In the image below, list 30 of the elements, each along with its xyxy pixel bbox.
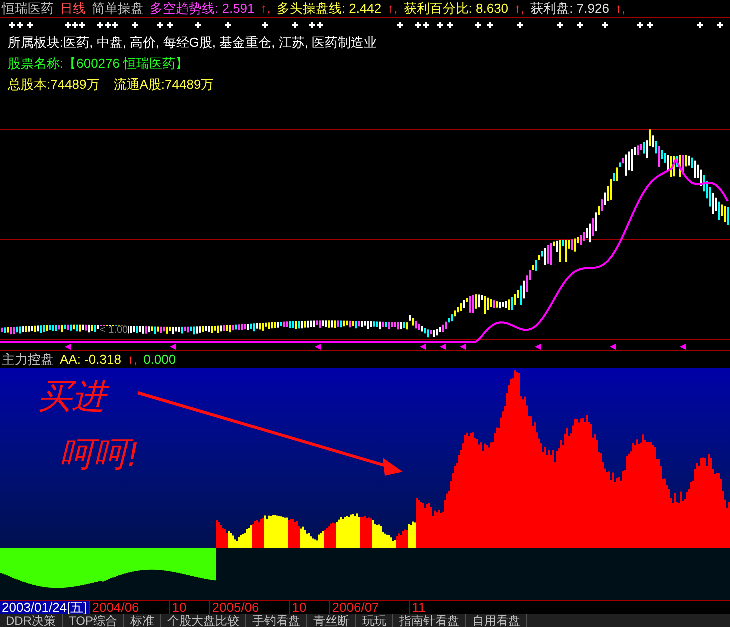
legend-text: 多空趋势线: 2.591: [150, 2, 255, 15]
legend-text: AA: -0.318: [60, 353, 122, 366]
legend-text: ↑,: [260, 2, 271, 15]
indicator-tab[interactable]: 个股大盘比较: [161, 614, 246, 627]
legend-text: 日线: [60, 2, 86, 15]
legend-text: 多头操盘线: 2.442: [276, 2, 382, 15]
indicator-tab[interactable]: TOP综合: [63, 614, 124, 627]
legend-text: 恒瑞医药: [2, 2, 54, 15]
stock-name-text: 股票名称:【600276 恒瑞医药】: [8, 57, 190, 71]
float-shares-text: 流通A股:74489万: [114, 78, 214, 92]
indicator-tab[interactable]: 指南针看盘: [393, 614, 466, 627]
legend-text: ↑,: [615, 2, 626, 15]
legend-text: 简单操盘: [92, 2, 144, 15]
legend-text: 获利盘: 7.926: [530, 2, 610, 15]
price-label: < 1.00: [100, 326, 128, 336]
legend-text: 主力控盘: [2, 353, 54, 366]
legend-text: ↑,: [127, 353, 138, 366]
legend-text: ↑,: [388, 2, 398, 15]
indicator-tab[interactable]: 手钓看盘: [246, 614, 308, 627]
indicator-tab[interactable]: 青丝断: [307, 614, 356, 627]
total-shares-text: 总股本:74489万: [8, 78, 100, 92]
indicator-tab[interactable]: 自用看盘: [466, 614, 528, 627]
indicator-tab[interactable]: 标准: [124, 614, 162, 627]
legend-text: 获利百分比: 8.630: [404, 2, 509, 15]
indicator-tab[interactable]: DDR决策: [0, 614, 63, 627]
handwritten-note: 呵呵!: [60, 438, 138, 472]
legend-text: 0.000: [144, 353, 176, 366]
sector-text: 所属板块:医药, 中盘, 高价, 每经G股, 基金重仓, 江苏, 医药制造业: [8, 36, 378, 50]
legend-text: ↑,: [514, 2, 525, 15]
indicator-tab[interactable]: 玩玩: [356, 614, 394, 627]
